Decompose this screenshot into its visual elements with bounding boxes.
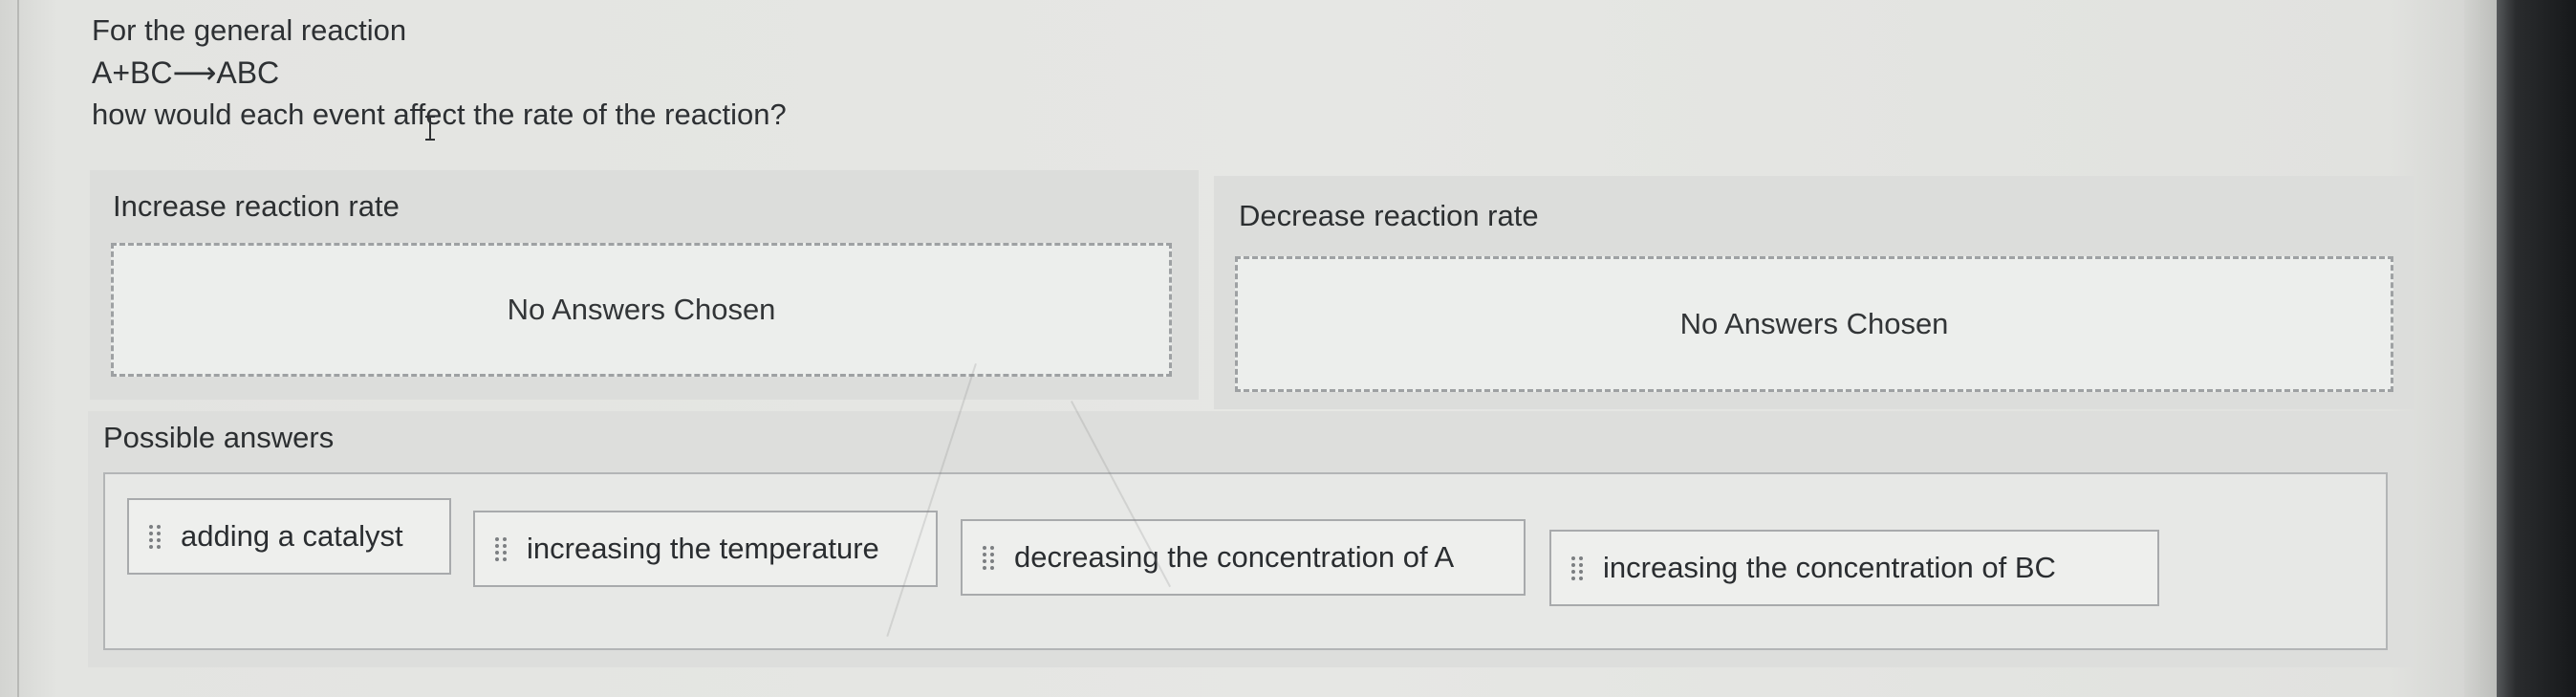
answer-chip-increasing-concentration-bc[interactable]: increasing the concentration of BC xyxy=(1549,530,2159,606)
question-intro: For the general reaction xyxy=(92,13,407,47)
answer-label: increasing the temperature xyxy=(527,532,879,565)
increase-rate-empty-text: No Answers Chosen xyxy=(507,293,776,326)
text-cursor-icon xyxy=(422,115,438,142)
drag-handle-icon[interactable] xyxy=(129,523,181,550)
drag-handle-icon[interactable] xyxy=(475,535,527,562)
decrease-rate-label: Decrease reaction rate xyxy=(1239,199,1539,232)
increase-rate-category: Increase reaction rate No Answers Chosen xyxy=(90,170,1199,400)
decrease-rate-empty-text: No Answers Chosen xyxy=(1679,307,1949,340)
answer-label: decreasing the concentration of A xyxy=(1014,540,1455,574)
possible-answers-label: Possible answers xyxy=(103,421,335,454)
drag-handle-icon[interactable] xyxy=(963,544,1014,571)
answer-label: adding a catalyst xyxy=(181,519,403,553)
decrease-rate-category: Decrease reaction rate No Answers Chosen xyxy=(1214,176,2414,409)
question-prompt: how would each event affect the rate of … xyxy=(92,98,787,131)
answer-label: increasing the concentration of BC xyxy=(1603,551,2056,584)
screen: For the general reaction A+BC⟶ABC how wo… xyxy=(0,0,2576,697)
answer-chip-decreasing-concentration-a[interactable]: decreasing the concentration of A xyxy=(961,519,1526,596)
answer-chip-increasing-temperature[interactable]: increasing the temperature xyxy=(473,511,938,587)
reaction-equation: A+BC⟶ABC xyxy=(92,55,280,90)
question-text: For the general reaction A+BC⟶ABC how wo… xyxy=(92,10,787,136)
answer-chip-adding-catalyst[interactable]: adding a catalyst xyxy=(127,498,451,575)
monitor-bezel xyxy=(2497,0,2576,697)
increase-rate-dropzone[interactable]: No Answers Chosen xyxy=(111,243,1172,377)
decrease-rate-dropzone[interactable]: No Answers Chosen xyxy=(1235,256,2393,392)
drag-handle-icon[interactable] xyxy=(1551,555,1603,581)
left-border xyxy=(17,0,19,697)
increase-rate-label: Increase reaction rate xyxy=(113,189,400,223)
screen-edge xyxy=(2464,0,2497,697)
